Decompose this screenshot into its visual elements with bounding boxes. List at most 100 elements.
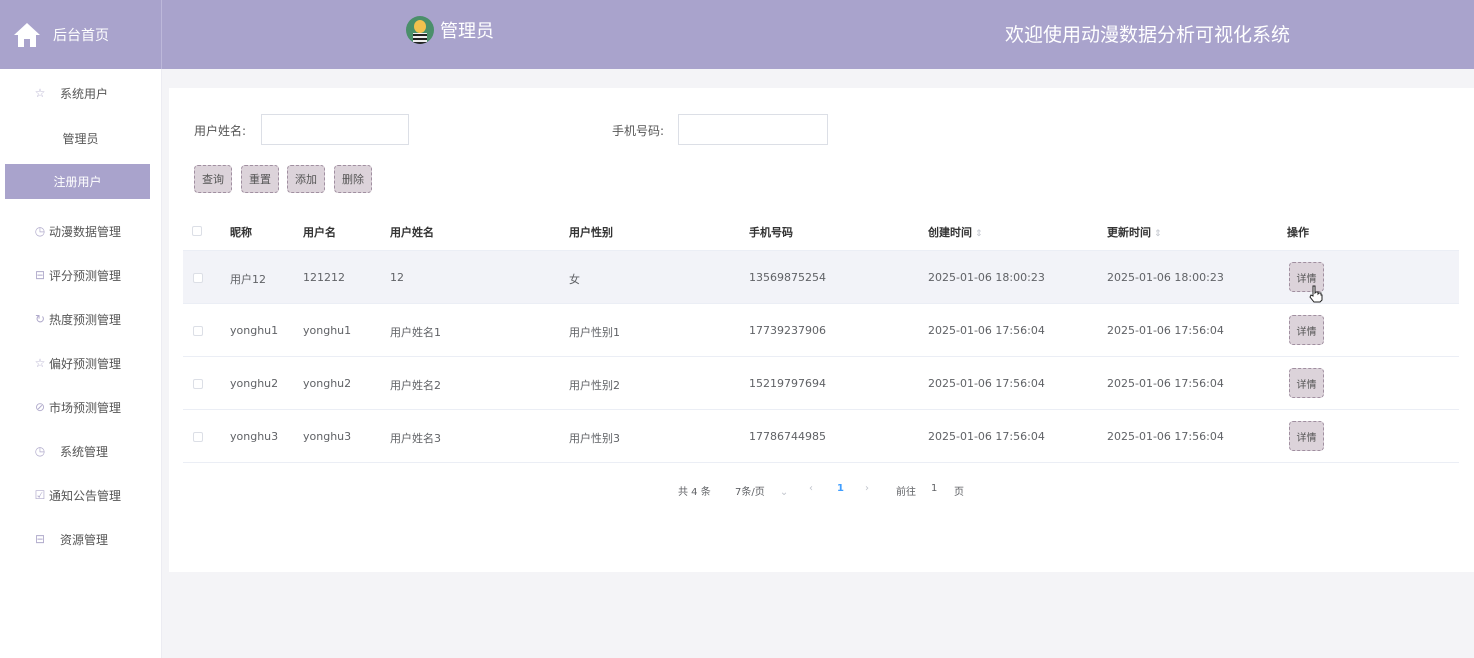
sidebar-item-label: 热度预测管理 (49, 312, 122, 327)
cell-nickname: yonghu1 (230, 324, 279, 337)
column-header-realname: 用户姓名 (390, 226, 434, 239)
home-link[interactable]: 后台首页 (0, 0, 161, 69)
sidebar-item-system-management[interactable]: ◷ 系统管理 (0, 433, 161, 469)
header-divider (161, 0, 162, 69)
cell-nickname: 用户12 (230, 273, 266, 286)
sidebar-item-label: 偏好预测管理 (49, 356, 122, 371)
sidebar-item-label: 系统用户 (60, 86, 109, 101)
chevron-down-icon: ⌄ (779, 487, 789, 498)
table-row[interactable]: yonghu2 yonghu2 用户姓名2 用户性别2 15219797694 … (183, 357, 1459, 410)
star-icon: ☆ (34, 86, 46, 100)
clock-icon: ◷ (34, 444, 46, 458)
sidebar-item-system-users[interactable]: ☆ 系统用户 (0, 75, 161, 111)
refresh-icon: ↻ (34, 312, 46, 326)
home-label: 后台首页 (53, 27, 109, 44)
check-icon: ☑ (34, 488, 46, 502)
table-row[interactable]: yonghu1 yonghu1 用户姓名1 用户性别1 17739237906 … (183, 304, 1459, 357)
column-header-label: 创建时间 (928, 226, 972, 239)
cell-nickname: yonghu3 (230, 430, 279, 443)
row-checkbox[interactable] (193, 326, 203, 336)
goto-suffix: 页 (954, 487, 964, 498)
main-content: 用户姓名: 手机号码: 查询 重置 添加 删除 昵称 用户名 用户姓名 用户性别… (169, 88, 1474, 572)
sidebar-item-notice-management[interactable]: ☑ 通知公告管理 (0, 477, 161, 513)
column-header-nickname: 昵称 (230, 226, 252, 239)
detail-button[interactable]: 详情 (1289, 421, 1324, 451)
cell-realname: 用户姓名1 (390, 326, 441, 339)
cell-phone: 17739237906 (749, 324, 826, 337)
goto-page-input[interactable]: 1 (931, 483, 937, 494)
cell-created: 2025-01-06 17:56:04 (928, 324, 1045, 337)
page-number-current[interactable]: 1 (837, 483, 844, 494)
detail-button[interactable]: 详情 (1289, 315, 1324, 345)
sidebar-item-label: 管理员 (62, 131, 99, 146)
sidebar-item-resource-management[interactable]: ⊟ 资源管理 (0, 521, 161, 557)
column-header-username: 用户名 (303, 226, 336, 239)
cell-gender: 用户性别3 (569, 432, 620, 445)
sidebar-item-anime-data[interactable]: ◷ 动漫数据管理 (0, 213, 161, 249)
select-all-checkbox[interactable] (192, 226, 202, 236)
page-size-value: 7条/页 (735, 487, 765, 498)
sidebar-item-admin[interactable]: 管理员 (0, 120, 161, 156)
phone-label: 手机号码: (612, 124, 665, 138)
reset-button[interactable]: 重置 (241, 165, 279, 193)
row-checkbox[interactable] (193, 432, 203, 442)
cell-phone: 17786744985 (749, 430, 826, 443)
sort-icon[interactable]: ⇕ (975, 229, 983, 239)
sidebar-item-label: 资源管理 (60, 532, 109, 547)
sidebar-item-market-forecast[interactable]: ⊘ 市场预测管理 (0, 389, 161, 425)
table-row[interactable]: 用户12 121212 12 女 13569875254 2025-01-06 … (183, 251, 1459, 304)
welcome-title: 欢迎使用动漫数据分析可视化系统 (1005, 24, 1291, 46)
cell-created: 2025-01-06 17:56:04 (928, 377, 1045, 390)
row-checkbox[interactable] (193, 379, 203, 389)
prev-page-button[interactable]: ‹ (809, 483, 813, 494)
gift-icon: ⊟ (34, 268, 46, 282)
column-header-actions: 操作 (1287, 226, 1309, 239)
column-header-phone: 手机号码 (749, 226, 793, 239)
query-button[interactable]: 查询 (194, 165, 232, 193)
page-size-select[interactable]: 7条/页 ⌄ (735, 483, 788, 498)
cell-updated: 2025-01-06 17:56:04 (1107, 324, 1224, 337)
column-header-label: 更新时间 (1107, 226, 1151, 239)
sidebar-item-label: 注册用户 (53, 175, 102, 189)
column-header-gender: 用户性别 (569, 226, 613, 239)
sort-icon[interactable]: ⇕ (1154, 229, 1162, 239)
cell-realname: 用户姓名2 (390, 379, 441, 392)
cell-phone: 13569875254 (749, 271, 826, 284)
avatar (406, 16, 434, 44)
cell-created: 2025-01-06 18:00:23 (928, 271, 1045, 284)
cell-realname: 用户姓名3 (390, 432, 441, 445)
row-checkbox[interactable] (193, 273, 203, 283)
hand-cursor-icon (1309, 285, 1323, 303)
gift-icon: ⊟ (34, 532, 46, 546)
cell-phone: 15219797694 (749, 377, 826, 390)
name-label: 用户姓名: (194, 124, 247, 138)
sidebar-item-preference-forecast[interactable]: ☆ 偏好预测管理 (0, 345, 161, 381)
sidebar-item-label: 市场预测管理 (49, 400, 122, 415)
name-input[interactable] (261, 114, 409, 145)
add-button[interactable]: 添加 (287, 165, 325, 193)
cell-username: yonghu2 (303, 377, 352, 390)
table-row[interactable]: yonghu3 yonghu3 用户姓名3 用户性别3 17786744985 … (183, 410, 1459, 463)
pagination-total: 共 4 条 (678, 487, 711, 498)
sidebar-item-registered-users[interactable]: 注册用户 (5, 164, 150, 199)
cell-username: yonghu1 (303, 324, 352, 337)
sidebar-item-label: 通知公告管理 (49, 488, 122, 503)
home-icon (14, 22, 40, 47)
cell-nickname: yonghu2 (230, 377, 279, 390)
cell-updated: 2025-01-06 17:56:04 (1107, 430, 1224, 443)
sidebar-item-rating-forecast[interactable]: ⊟ 评分预测管理 (0, 257, 161, 293)
top-header: 后台首页 管理员 欢迎使用动漫数据分析可视化系统 (0, 0, 1474, 69)
next-page-button[interactable]: › (865, 483, 869, 494)
cell-gender: 女 (569, 273, 580, 286)
detail-button[interactable]: 详情 (1289, 368, 1324, 398)
admin-info[interactable]: 管理员 (406, 16, 494, 44)
sidebar-item-label: 动漫数据管理 (49, 224, 122, 239)
column-header-updated[interactable]: 更新时间 ⇕ (1107, 224, 1162, 240)
sidebar-item-heat-forecast[interactable]: ↻ 热度预测管理 (0, 301, 161, 337)
admin-label: 管理员 (440, 21, 494, 42)
cell-gender: 用户性别2 (569, 379, 620, 392)
goto-prefix: 前往 (896, 487, 916, 498)
delete-button[interactable]: 删除 (334, 165, 372, 193)
phone-input[interactable] (678, 114, 828, 145)
column-header-created[interactable]: 创建时间 ⇕ (928, 224, 983, 240)
